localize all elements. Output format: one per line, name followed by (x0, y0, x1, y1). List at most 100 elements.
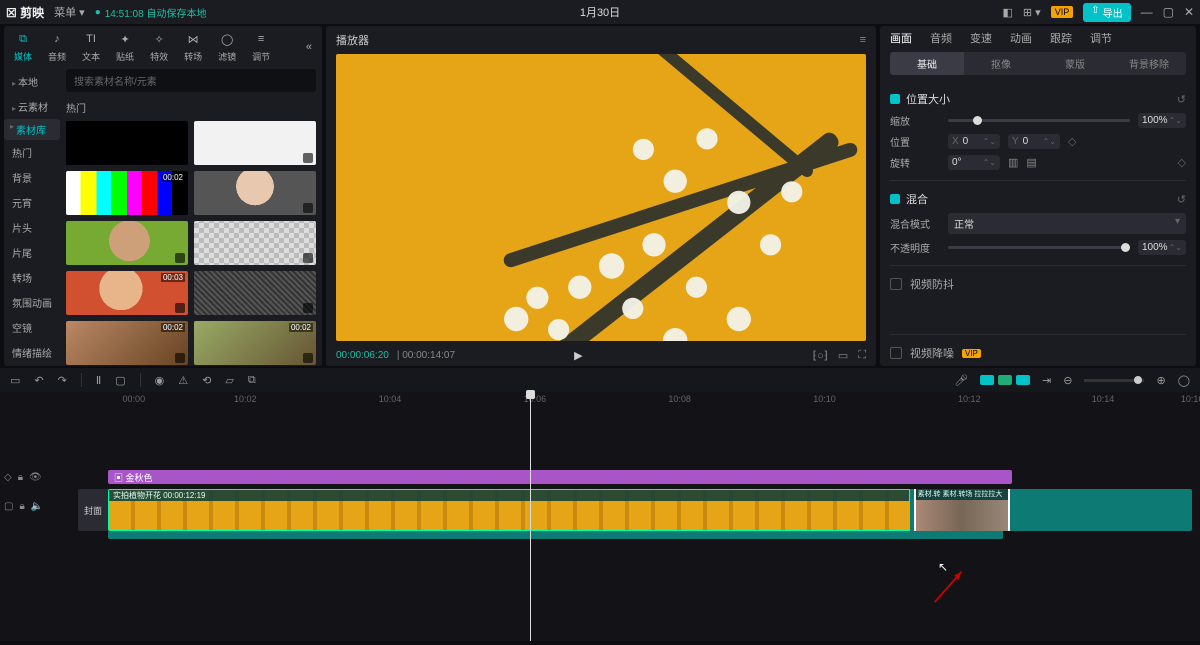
flip-v-icon[interactable]: ▤ (1026, 156, 1036, 169)
tool-tab-贴纸[interactable]: ✦贴纸 (116, 30, 134, 63)
track-controls-video[interactable]: ▢🔒︎🔈 (4, 499, 74, 514)
tool-tab-调节[interactable]: ≡调节 (252, 30, 270, 63)
tool-tab-转场[interactable]: ⋈转场 (184, 30, 202, 63)
input-rotation[interactable]: 0°⌃⌄ (948, 155, 1000, 170)
crop-icon[interactable]: ▱ (225, 374, 233, 387)
media-thumb[interactable]: 00:03 (66, 271, 188, 315)
reset-icon[interactable]: ↺ (1177, 93, 1186, 106)
preview-icon[interactable]: ◉ (155, 374, 165, 387)
inspector-tab[interactable]: 画面 (890, 30, 912, 46)
undo-icon[interactable]: ↶ (34, 374, 43, 387)
category-item[interactable]: 元宵 (4, 190, 60, 215)
value-opacity[interactable]: 100%⌃⌄ (1138, 240, 1186, 255)
mic-icon[interactable]: 🎤︎ (954, 374, 968, 387)
keyframe-icon[interactable]: ◇ (1068, 135, 1076, 148)
magnet-toggle[interactable] (980, 375, 1030, 385)
minimize-button[interactable]: — (1141, 5, 1153, 19)
checkbox-denoise[interactable] (890, 347, 902, 359)
inspector-tab[interactable]: 动画 (1010, 30, 1032, 46)
media-thumb[interactable]: 00:02 (194, 321, 316, 365)
category-item[interactable]: ▸本地 (4, 69, 60, 94)
filter-clip[interactable]: ▣ 金秋色 (108, 470, 1012, 484)
category-item[interactable]: ▸云素材 (4, 94, 60, 119)
inspector-subtab[interactable]: 背景移除 (1112, 52, 1186, 75)
time-ruler[interactable]: 00:0010:0210:0410:0610:0810:1010:1210:14… (78, 392, 1192, 410)
split-icon[interactable]: Ⅱ (96, 374, 101, 387)
media-thumb[interactable] (194, 221, 316, 265)
media-thumb[interactable] (194, 171, 316, 215)
tool-tab-文本[interactable]: TI文本 (82, 30, 100, 63)
snap-icon[interactable]: ⇥ (1042, 374, 1051, 387)
close-button[interactable]: ✕ (1184, 5, 1194, 19)
player-menu-icon[interactable]: ≡ (860, 34, 866, 46)
media-thumb[interactable]: 00:02 (66, 171, 188, 215)
category-item[interactable]: 片头 (4, 215, 60, 240)
media-thumb[interactable] (66, 121, 188, 165)
layout-icon[interactable]: ⊞ ▾ (1023, 6, 1041, 19)
input-pos-y[interactable]: Y0⌃⌄ (1008, 134, 1060, 149)
feedback-icon[interactable]: ◧ (1002, 6, 1012, 19)
category-item[interactable]: 转场 (4, 265, 60, 290)
tool-tab-特效[interactable]: ✧特效 (150, 30, 168, 63)
media-thumb[interactable] (66, 221, 188, 265)
safe-zone-icon[interactable]: ⁅○⁆ (813, 349, 828, 362)
inspector-tabs[interactable]: 画面 音频 变速 动画 跟踪 调节 (880, 26, 1196, 50)
reverse-icon[interactable]: ⟲ (202, 374, 211, 387)
inspector-subtab[interactable]: 基础 (890, 52, 964, 75)
inspector-subtab[interactable]: 蒙版 (1038, 52, 1112, 75)
keyframe-icon[interactable]: ◇ (1178, 156, 1186, 169)
zoom-out-icon[interactable]: ⊖ (1063, 374, 1072, 387)
inspector-tab[interactable]: 音频 (930, 30, 952, 46)
slider-scale[interactable] (948, 119, 1130, 122)
maximize-button[interactable]: ▢ (1163, 5, 1174, 19)
freeze-icon[interactable]: ⧉ (248, 374, 256, 387)
export-button[interactable]: ⇧ 导出 (1083, 3, 1130, 22)
slider-opacity[interactable] (948, 246, 1130, 249)
select-blend-mode[interactable]: 正常▾ (948, 213, 1186, 234)
inspector-tab[interactable]: 跟踪 (1050, 30, 1072, 46)
category-item[interactable]: 片尾 (4, 240, 60, 265)
media-thumb[interactable]: 00:02 (66, 321, 188, 365)
category-item[interactable]: 热门 (4, 140, 60, 165)
tool-tab-媒体[interactable]: ⧉媒体 (14, 30, 32, 63)
playhead[interactable] (530, 392, 531, 641)
category-item[interactable]: 景观 (4, 365, 60, 366)
inspector-subtabs[interactable]: 基础抠像蒙版背景移除 (890, 52, 1186, 75)
media-thumb[interactable] (194, 121, 316, 165)
video-viewport[interactable] (336, 54, 866, 341)
zoom-slider[interactable] (1084, 379, 1144, 382)
media-thumb[interactable] (194, 271, 316, 315)
inspector-tab[interactable]: 变速 (970, 30, 992, 46)
search-input[interactable]: 搜索素材名称/元素 (66, 69, 316, 92)
input-pos-x[interactable]: X0⌃⌄ (948, 134, 1000, 149)
video-track[interactable]: 实拍植物开花 00:00:12:19 素材.转 素材.转场 拉拉拉大笑 00 (108, 489, 1192, 531)
inspector-subtab[interactable]: 抠像 (964, 52, 1038, 75)
play-button[interactable]: ▶ (574, 349, 582, 362)
category-item[interactable]: 背景 (4, 165, 60, 190)
tool-tab-滤镜[interactable]: ◯滤镜 (218, 30, 236, 63)
track-controls-filter[interactable]: ◇🔒︎👁 (4, 470, 74, 485)
select-icon[interactable]: ▭ (10, 374, 20, 387)
category-item[interactable]: 情绪描绘 (4, 340, 60, 365)
delete-icon[interactable]: ▢ (115, 374, 125, 387)
redo-icon[interactable]: ↷ (58, 374, 67, 387)
flip-h-icon[interactable]: ▥ (1008, 156, 1018, 169)
audio-track[interactable] (108, 531, 1003, 539)
record-icon[interactable]: ⚠ (178, 374, 188, 387)
zoom-in-icon[interactable]: ⊕ (1156, 374, 1165, 387)
cover-button[interactable]: 封面 (78, 489, 108, 531)
category-item[interactable]: 氛围动画 (4, 290, 60, 315)
value-scale[interactable]: 100%⌃⌄ (1138, 113, 1186, 128)
fit-icon[interactable]: ◯ (1178, 374, 1190, 387)
reset-icon[interactable]: ↺ (1177, 193, 1186, 206)
fullscreen-icon[interactable]: ⛶ (858, 349, 866, 362)
ratio-icon[interactable]: ▭ (838, 349, 848, 362)
tool-tab-音频[interactable]: ♪音频 (48, 30, 66, 63)
inspector-tab[interactable]: 调节 (1090, 30, 1112, 46)
category-item[interactable]: 空镜 (4, 315, 60, 340)
category-item[interactable]: ▸素材库 (4, 119, 60, 140)
collapse-icon[interactable]: « (306, 41, 312, 53)
vip-badge[interactable]: VIP (1051, 6, 1074, 18)
menu-dropdown[interactable]: 菜单 ▾ (54, 4, 85, 20)
checkbox-stabilize[interactable] (890, 278, 902, 290)
